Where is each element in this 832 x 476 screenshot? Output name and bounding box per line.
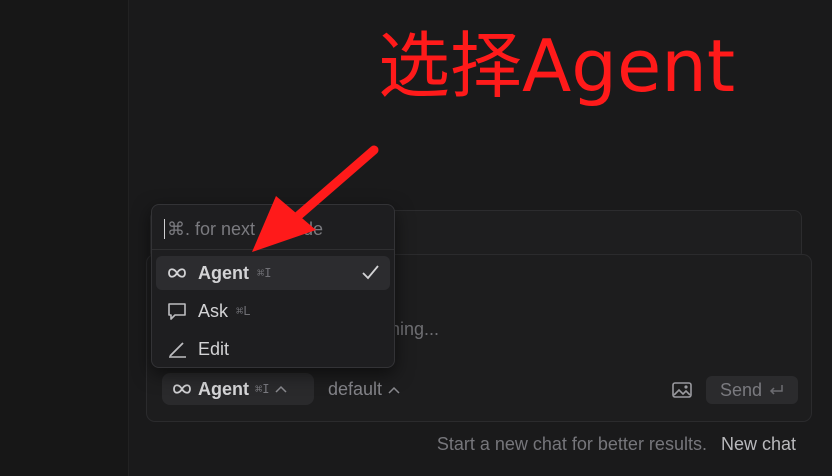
annotation-arrow-icon	[252, 145, 379, 252]
app-window: ything... Agent ⌘I default Send Start a …	[0, 0, 832, 476]
